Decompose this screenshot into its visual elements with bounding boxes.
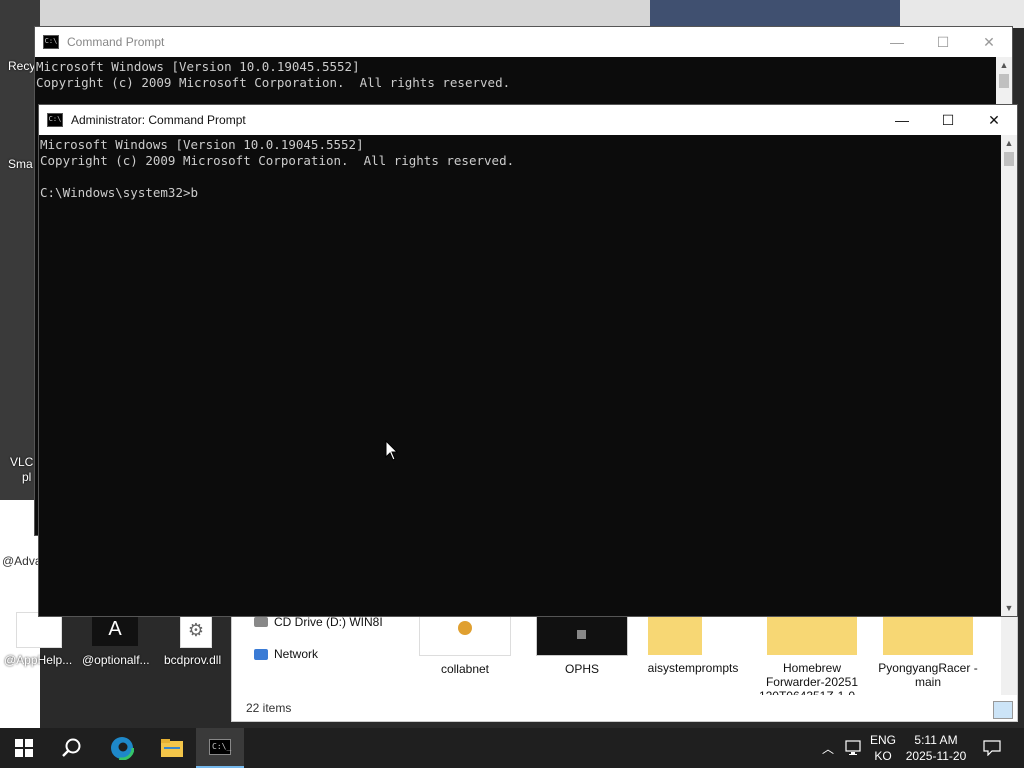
scroll-thumb[interactable] (999, 74, 1009, 88)
background-right-strip (900, 0, 1024, 28)
nav-item-network[interactable]: Network (254, 647, 318, 661)
terminal-line: Microsoft Windows [Version 10.0.19045.55… (36, 59, 360, 74)
large-icons-view-button[interactable] (993, 701, 1013, 719)
gear-icon: ⚙ (180, 612, 212, 648)
search-icon (62, 738, 81, 757)
taskbar: C:\_ ︿ ENG KO 5:11 AM 2025-11-20 (0, 728, 1024, 768)
minimize-button[interactable]: — (879, 105, 925, 135)
action-center-button[interactable] (980, 728, 1004, 768)
advanced-file-icon[interactable]: @Adva (2, 554, 42, 568)
keyboard-layout-code: KO (874, 749, 892, 763)
start-button[interactable] (0, 728, 48, 768)
optionalfeatures-file-thumb: A (92, 612, 138, 646)
folder-icon (883, 615, 973, 655)
scroll-thumb[interactable] (1004, 152, 1014, 166)
apphelp-file-icon[interactable]: @AppHelp... (4, 653, 72, 667)
details-view-button[interactable] (959, 701, 979, 719)
explorer-scrollbar[interactable] (1001, 615, 1017, 695)
file-item-ophs[interactable]: OPHS (527, 615, 637, 676)
scroll-up-arrow[interactable]: ▲ (1001, 135, 1017, 151)
folder-icon (767, 615, 857, 655)
nav-item-cd-drive[interactable]: CD Drive (D:) WIN8I (254, 615, 383, 629)
cmd-icon: C:\ (43, 35, 59, 49)
recycle-bin-icon[interactable]: Recy (8, 59, 35, 73)
app-file-icon (536, 615, 628, 656)
smart-app-icon[interactable]: Sma (8, 157, 33, 171)
navigation-pane: CD Drive (D:) WIN8I Network (232, 615, 407, 695)
file-label: Homebrew Forwarder-20251 120T064351Z-1-0… (759, 661, 865, 695)
scroll-up-arrow[interactable]: ▲ (996, 57, 1012, 73)
terminal-line: Copyright (c) 2009 Microsoft Corporation… (40, 153, 515, 168)
file-item-aisystemprompts[interactable]: aisystemprompts (638, 615, 748, 675)
clock[interactable]: 5:11 AM 2025-11-20 (902, 728, 970, 768)
optionalfeatures-file-icon[interactable]: @optionalf... (82, 653, 150, 667)
window-title: Command Prompt (67, 35, 165, 49)
cmd-window-admin[interactable]: C:\ Administrator: Command Prompt — ☐ ✕ … (38, 104, 1018, 617)
file-label: aisystemprompts (647, 661, 739, 675)
bcdprov-dll-icon[interactable]: bcdprov.dll (164, 653, 221, 667)
show-hidden-icons-button[interactable]: ︿ (820, 728, 836, 768)
file-explorer-window: CD Drive (D:) WIN8I Network collabnet OP… (231, 614, 1018, 722)
search-button[interactable] (48, 728, 96, 768)
nav-item-label: CD Drive (D:) WIN8I (274, 615, 383, 629)
language-code: ENG (869, 733, 896, 747)
file-list: collabnet OPHS aisystemprompts Homebrew … (410, 615, 1000, 695)
cmd-icon: C:\ (47, 113, 63, 127)
windows-logo-icon (15, 739, 33, 757)
file-item-collabnet[interactable]: collabnet (410, 615, 520, 676)
background-window-strip (40, 0, 650, 28)
terminal-line: Microsoft Windows [Version 10.0.19045.55… (40, 137, 364, 152)
scroll-down-arrow[interactable]: ▼ (1001, 600, 1017, 616)
command-prompt-line[interactable]: C:\Windows\system32>b (40, 185, 1001, 201)
item-count-status: 22 items (246, 701, 292, 715)
file-label: collabnet (440, 662, 490, 676)
terminal-output[interactable]: Microsoft Windows [Version 10.0.19045.55… (39, 135, 1001, 616)
vertical-scrollbar[interactable]: ▲ ▼ (1001, 135, 1017, 616)
file-explorer-taskbar-button[interactable] (148, 728, 196, 768)
cd-drive-icon (254, 617, 268, 627)
desktop: Recy Sma VLC pl @Adva CD Drive (D:) WIN8… (0, 0, 1024, 728)
folder-icon (161, 739, 183, 757)
terminal-line: Copyright (c) 2009 Microsoft Corporation… (36, 75, 511, 90)
title-bar[interactable]: C:\ Command Prompt — ☐ ✕ (35, 27, 1012, 57)
maximize-button[interactable]: ☐ (925, 105, 971, 135)
folder-icon (648, 615, 738, 655)
background-image-strip (650, 0, 900, 28)
cmd-taskbar-button[interactable]: C:\_ (196, 728, 244, 768)
file-item-pyongyangracer[interactable]: PyongyangRacer -main (873, 615, 983, 689)
network-status-icon (845, 740, 861, 755)
apphelp-file-thumb (16, 612, 62, 648)
chevron-up-icon: ︿ (821, 741, 834, 756)
file-item-homebrew-forwarder[interactable]: Homebrew Forwarder-20251 120T064351Z-1-0… (757, 615, 867, 695)
edge-browser-icon (110, 736, 134, 760)
file-label: PyongyangRacer -main (878, 661, 978, 689)
window-title: Administrator: Command Prompt (71, 113, 246, 127)
close-button[interactable]: ✕ (966, 27, 1012, 57)
clock-time: 5:11 AM (914, 733, 958, 747)
mouse-cursor-icon (385, 440, 399, 461)
nav-item-label: Network (274, 647, 319, 661)
edge-taskbar-button[interactable] (98, 728, 146, 768)
vlc-label-part: pl (22, 470, 32, 484)
network-icon (254, 648, 268, 660)
vlc-icon[interactable]: VLC (10, 455, 33, 469)
minimize-button[interactable]: — (874, 27, 920, 57)
close-button[interactable]: ✕ (971, 105, 1017, 135)
network-tray-button[interactable] (843, 728, 865, 768)
clock-date: 2025-11-20 (905, 749, 967, 763)
input-language-indicator[interactable]: ENG KO (866, 728, 900, 768)
cmd-icon: C:\_ (209, 739, 231, 755)
notification-icon (983, 740, 1001, 756)
certificate-file-icon (419, 615, 511, 656)
maximize-button[interactable]: ☐ (920, 27, 966, 57)
title-bar[interactable]: C:\ Administrator: Command Prompt — ☐ ✕ (39, 105, 1017, 135)
file-label: OPHS (564, 662, 599, 676)
